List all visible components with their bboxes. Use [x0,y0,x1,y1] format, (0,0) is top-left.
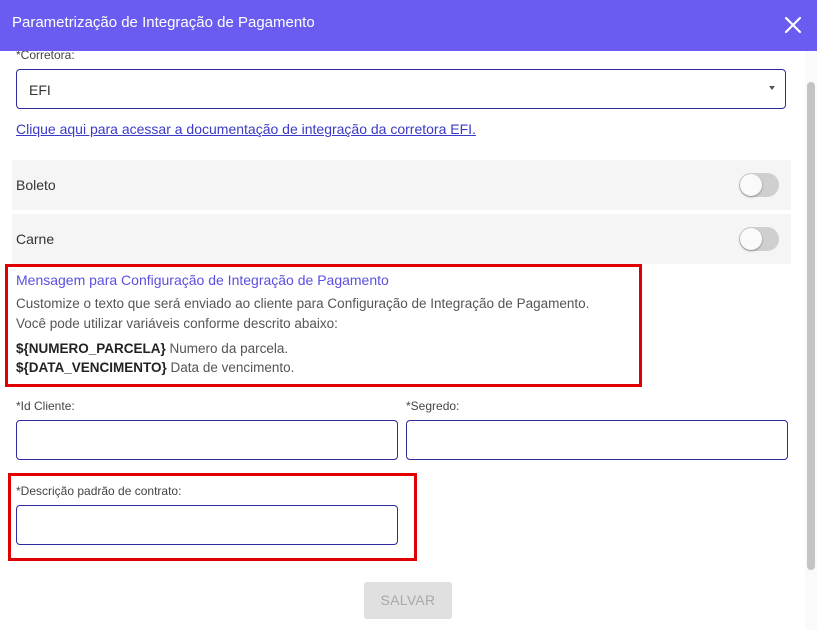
secret-label: *Segredo: [406,399,460,413]
chevron-down-icon [769,86,775,90]
broker-doc-link[interactable]: Clique aqui para acessar a documentação … [16,121,476,137]
broker-label: *Corretora: [16,51,75,62]
boleto-toggle[interactable] [739,173,779,197]
contract-description-input[interactable] [16,505,398,545]
save-button[interactable]: SALVAR [364,582,452,619]
message-variables-intro: Você pode utilizar variáveis conforme de… [16,316,338,331]
toggle-label-carne: Carne [16,231,55,247]
toggle-row-boleto: Boleto [12,160,791,210]
toggle-knob [740,174,762,196]
toggle-knob [740,228,762,250]
client-id-input[interactable] [16,420,398,460]
toggle-row-carne: Carne [12,214,791,264]
toggle-label-boleto: Boleto [16,177,56,193]
variable-description: Data de vencimento. [170,360,295,375]
scrollbar-thumb[interactable] [807,82,815,570]
message-title: Mensagem para Configuração de Integração… [16,272,389,288]
dialog-title: Parametrização de Integração de Pagament… [12,14,315,31]
message-description: Customize o texto que será enviado ao cl… [16,296,590,311]
carne-toggle[interactable] [739,227,779,251]
client-id-label: *Id Cliente: [16,399,75,413]
variable-numero-parcela: ${NUMERO_PARCELA} Numero da parcela. [16,341,288,356]
variable-description: Numero da parcela. [169,341,289,356]
variable-name: ${DATA_VENCIMENTO} [16,360,167,375]
close-icon[interactable] [783,15,803,35]
contract-description-label: *Descrição padrão de contrato: [16,484,182,498]
variable-data-vencimento: ${DATA_VENCIMENTO} Data de vencimento. [16,360,294,375]
secret-input[interactable] [406,420,788,460]
broker-select-value: EFI [29,82,51,98]
dialog-content: *Corretora: EFI Clique aqui para acessar… [0,51,805,630]
variable-name: ${NUMERO_PARCELA} [16,341,166,356]
broker-select[interactable]: EFI [16,69,786,109]
dialog-header: Parametrização de Integração de Pagament… [0,0,817,51]
